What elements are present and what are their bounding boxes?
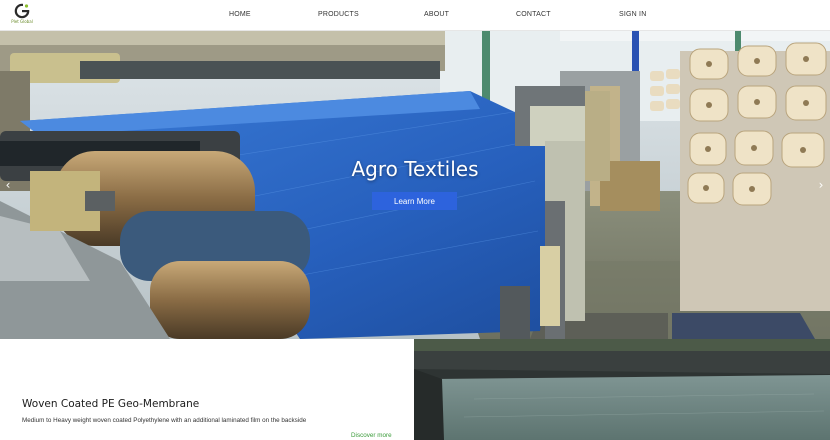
nav-products[interactable]: PRODUCTS — [318, 11, 359, 18]
hero-title: Agro Textiles — [351, 157, 479, 181]
nav-about[interactable]: ABOUT — [424, 11, 449, 18]
hero-carousel: Agro Textiles Learn More ‹ › — [0, 31, 830, 339]
nav-contact[interactable]: CONTACT — [516, 11, 551, 18]
product-description: Medium to Heavy weight woven coated Poly… — [22, 417, 307, 424]
logo-text: Plet Global — [11, 19, 33, 24]
product-card: Woven Coated PE Geo-Membrane Medium to H… — [0, 339, 414, 440]
chevron-left-icon[interactable]: ‹ — [2, 178, 14, 192]
product-image — [414, 339, 830, 440]
chevron-right-icon[interactable]: › — [815, 178, 827, 192]
navbar: Plet Global HOME PRODUCTS ABOUT CONTACT … — [0, 0, 830, 31]
pond-image — [414, 339, 830, 440]
logo[interactable]: Plet Global — [9, 3, 35, 28]
discover-more-link[interactable]: Discover more — [351, 432, 392, 439]
nav-sign-in[interactable]: SIGN IN — [619, 11, 646, 18]
logo-icon — [14, 3, 30, 19]
product-title: Woven Coated PE Geo-Membrane — [22, 398, 200, 410]
hero-image — [0, 31, 830, 339]
learn-more-button[interactable]: Learn More — [372, 192, 457, 210]
nav-home[interactable]: HOME — [229, 11, 251, 18]
